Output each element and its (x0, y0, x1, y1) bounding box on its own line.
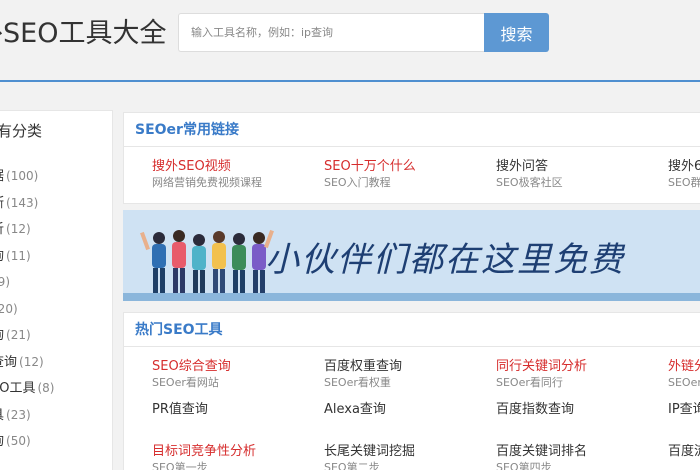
tool-item[interactable]: 百度权重查询 SEOer看权重 (324, 359, 494, 391)
sidebar-item[interactable]: 询(21) (0, 322, 114, 349)
sidebar-item[interactable]: 断(143) (0, 190, 114, 217)
tool-desc: SEOer看同行 (496, 376, 563, 389)
tool-item[interactable]: 外链分 SEOer (668, 359, 700, 391)
link-item[interactable]: 搜外问答 SEO极客社区 (496, 159, 666, 191)
tool-name[interactable]: 百度权重查询 (324, 359, 494, 375)
tool-name[interactable]: 长尾关键词挖掘 (324, 444, 494, 460)
promo-banner[interactable]: 小伙伴们都在这里免费 (123, 210, 700, 301)
sidebar-item-count: (21) (6, 328, 31, 342)
sidebar-item-label: 查询 (0, 354, 18, 370)
tool-name[interactable]: IP查询 (668, 402, 700, 418)
sidebar-item-count: (9) (0, 275, 10, 289)
sidebar-item-count: (50) (6, 434, 31, 448)
link-name[interactable]: 搜外6 (668, 159, 700, 175)
category-list: 据(100) 断(143) 析(12) 询(11) (9) (20) 询(21)… (0, 163, 114, 455)
sidebar-item-count: (143) (6, 195, 39, 210)
tool-name[interactable]: SEO综合查询 (152, 359, 322, 375)
sidebar-item-label: 询 (0, 328, 4, 343)
sidebar-item[interactable]: 据(100) (0, 163, 114, 190)
sidebar-item[interactable]: (20) (0, 296, 114, 323)
common-links-panel: SEOer常用链接 搜外SEO视频 网络营销免费视频课程 SEO十万个什么 SE… (123, 112, 700, 204)
tool-item[interactable]: SEO综合查询 SEOer看网站 (152, 359, 322, 391)
link-desc: SEO群 (668, 176, 700, 189)
sidebar-item[interactable]: (9) (0, 269, 114, 296)
sidebar-item-label: 具 (0, 408, 4, 423)
sidebar-item-label: 析 (0, 222, 4, 237)
tool-item[interactable]: 长尾关键词挖掘 SEO第二步 (324, 444, 494, 470)
category-sidebar: 有分类 据(100) 断(143) 析(12) 询(11) (9) (20) 询… (0, 110, 113, 470)
sidebar-item-label: 据 (0, 169, 4, 184)
banner-text: 小伙伴们都在这里免费 (265, 240, 625, 280)
sidebar-item-label: EO工具 (0, 381, 36, 396)
site-logo[interactable]: 外SEO工具大全 (0, 14, 166, 54)
sidebar-item[interactable]: 查询(12) (0, 349, 114, 376)
link-desc: 网络营销免费视频课程 (152, 176, 262, 189)
tool-item[interactable]: 百度流 (668, 444, 700, 460)
tool-name[interactable]: 百度流 (668, 444, 700, 460)
header: 外SEO工具大全 搜索 (0, 0, 700, 82)
tool-name[interactable]: 目标词竞争性分析 (152, 444, 322, 460)
link-desc: SEO极客社区 (496, 176, 563, 189)
banner-stripe (123, 293, 700, 301)
search-input[interactable] (178, 13, 485, 52)
tool-item[interactable]: 同行关键词分析 SEOer看同行 (496, 359, 666, 391)
sidebar-item[interactable]: EO工具(8) (0, 375, 114, 402)
tool-item[interactable]: IP查询 (668, 402, 700, 418)
sidebar-item-count: (11) (6, 248, 31, 263)
tool-desc: SEOer看网站 (152, 376, 219, 389)
link-desc: SEO入门教程 (324, 176, 391, 189)
tool-item[interactable]: 目标词竞争性分析 SEO第一步 (152, 444, 322, 470)
tool-desc: SEOer看权重 (324, 376, 391, 389)
tool-desc: SEOer (668, 376, 700, 389)
sidebar-item-label: 询 (0, 249, 4, 264)
link-item[interactable]: 搜外SEO视频 网络营销免费视频课程 (152, 159, 322, 191)
sidebar-item-count: (12) (19, 354, 44, 369)
tool-desc: SEO第四步 (496, 461, 552, 470)
sidebar-item[interactable]: 询(11) (0, 243, 114, 270)
sidebar-item[interactable]: 析(12) (0, 216, 114, 243)
search-bar: 搜索 (178, 13, 549, 52)
sidebar-item[interactable]: 具(23) (0, 402, 114, 429)
sidebar-item-count: (100) (6, 169, 39, 183)
panel-title: 热门SEO工具 (124, 313, 700, 347)
sidebar-item[interactable]: 询(50) (0, 428, 114, 455)
sidebar-item-count: (8) (37, 381, 55, 395)
tool-name[interactable]: 同行关键词分析 (496, 359, 666, 375)
link-name[interactable]: 搜外SEO视频 (152, 159, 322, 175)
sidebar-item-count: (20) (0, 301, 18, 316)
link-name[interactable]: 搜外问答 (496, 159, 666, 175)
sidebar-title: 有分类 (0, 122, 43, 140)
sidebar-item-label: 询 (0, 434, 4, 449)
tool-name[interactable]: Alexa查询 (324, 402, 494, 418)
link-name[interactable]: SEO十万个什么 (324, 159, 494, 175)
tool-desc: SEO第一步 (152, 461, 208, 470)
link-item[interactable]: 搜外6 SEO群 (668, 159, 700, 191)
group-illustration (140, 229, 274, 300)
tool-desc: SEO第二步 (324, 461, 380, 470)
search-button[interactable]: 搜索 (484, 13, 549, 52)
tool-name[interactable]: 百度关键词排名 (496, 444, 666, 460)
tool-item[interactable]: PR值查询 (152, 402, 322, 418)
panel-title: SEOer常用链接 (124, 113, 700, 147)
sidebar-item-count: (23) (6, 407, 31, 422)
link-item[interactable]: SEO十万个什么 SEO入门教程 (324, 159, 494, 191)
sidebar-item-label: 断 (0, 196, 4, 211)
tool-item[interactable]: Alexa查询 (324, 402, 494, 418)
tool-name[interactable]: PR值查询 (152, 402, 322, 418)
tool-name[interactable]: 百度指数查询 (496, 402, 666, 418)
sidebar-item-count: (12) (6, 222, 31, 236)
tool-item[interactable]: 百度指数查询 (496, 402, 666, 418)
hot-tools-panel: 热门SEO工具 SEO综合查询 SEOer看网站 百度权重查询 SEOer看权重… (123, 312, 700, 470)
tool-item[interactable]: 百度关键词排名 SEO第四步 (496, 444, 666, 470)
tool-name[interactable]: 外链分 (668, 359, 700, 375)
